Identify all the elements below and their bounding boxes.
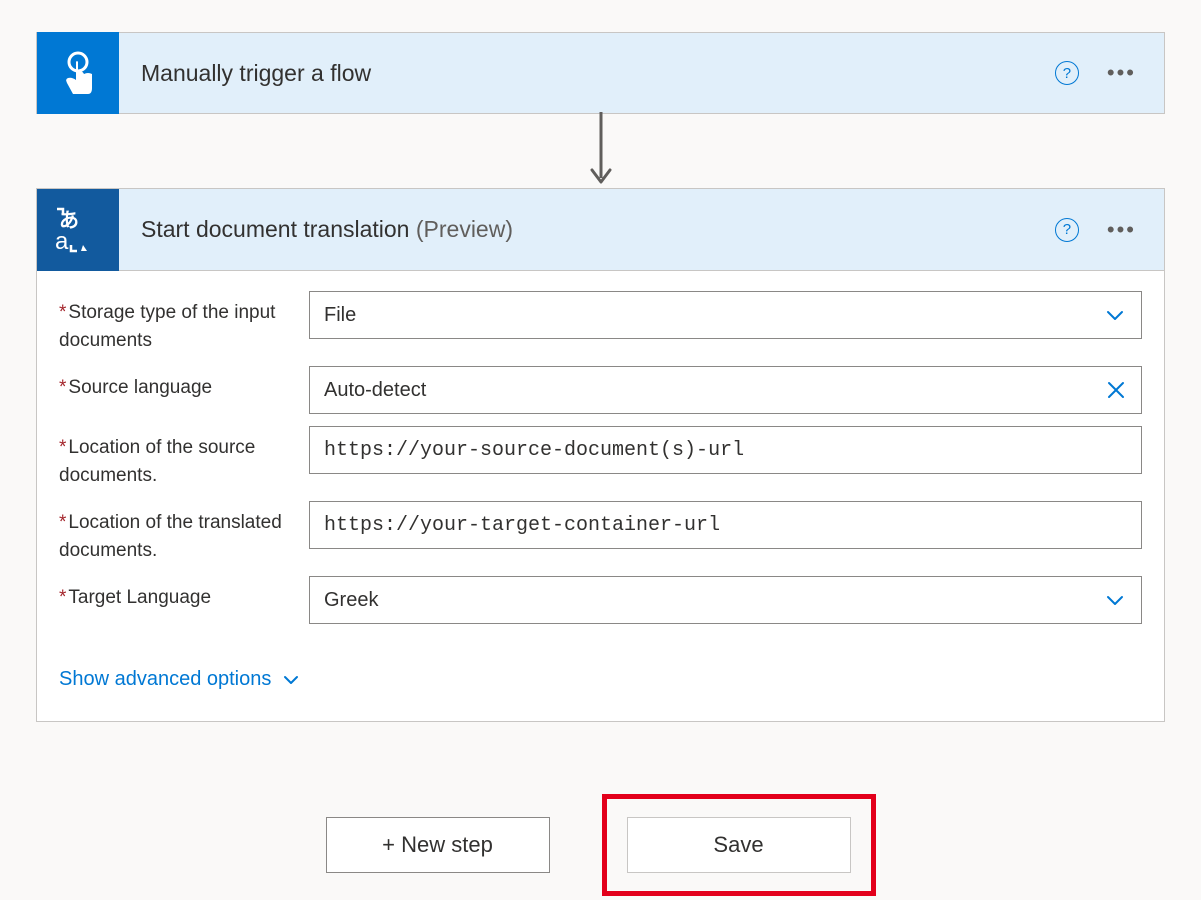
- more-menu-icon[interactable]: •••: [1107, 62, 1136, 84]
- flow-arrow: [36, 114, 1165, 188]
- bottom-button-row: + New step Save: [36, 794, 1165, 896]
- preview-badge: (Preview): [416, 216, 513, 242]
- target-language-select[interactable]: Greek: [309, 576, 1142, 624]
- source-language-label: *Source language: [59, 366, 309, 402]
- show-advanced-link[interactable]: Show advanced options: [59, 668, 301, 691]
- storage-type-select[interactable]: File: [309, 291, 1142, 339]
- trigger-card[interactable]: Manually trigger a flow ? •••: [36, 32, 1165, 114]
- new-step-button[interactable]: + New step: [326, 817, 550, 873]
- chevron-down-icon: [1093, 588, 1127, 612]
- storage-type-label: *Storage type of the input documents: [59, 291, 309, 354]
- more-menu-icon[interactable]: •••: [1107, 219, 1136, 241]
- source-language-select[interactable]: Auto-detect: [309, 366, 1142, 414]
- target-language-label: *Target Language: [59, 576, 309, 612]
- trigger-title: Manually trigger a flow: [119, 60, 1055, 87]
- translate-icon: あ a: [37, 189, 119, 271]
- help-icon[interactable]: ?: [1055, 61, 1079, 85]
- action-title: Start document translation: [141, 216, 409, 242]
- target-location-input[interactable]: https://your-target-container-url: [309, 501, 1142, 549]
- touch-icon: [37, 32, 119, 114]
- clear-icon[interactable]: [1095, 379, 1127, 401]
- chevron-down-icon: [281, 670, 301, 690]
- action-card: あ a Start document translation (Preview)…: [36, 188, 1165, 722]
- save-highlight-box: Save: [602, 794, 876, 896]
- chevron-down-icon: [1093, 303, 1127, 327]
- source-location-label: *Location of the source documents.: [59, 426, 309, 489]
- svg-text:a: a: [55, 228, 69, 255]
- save-button[interactable]: Save: [627, 817, 851, 873]
- source-location-input[interactable]: https://your-source-document(s)-url: [309, 426, 1142, 474]
- target-location-label: *Location of the translated documents.: [59, 501, 309, 564]
- help-icon[interactable]: ?: [1055, 218, 1079, 242]
- action-header[interactable]: あ a Start document translation (Preview)…: [37, 189, 1164, 271]
